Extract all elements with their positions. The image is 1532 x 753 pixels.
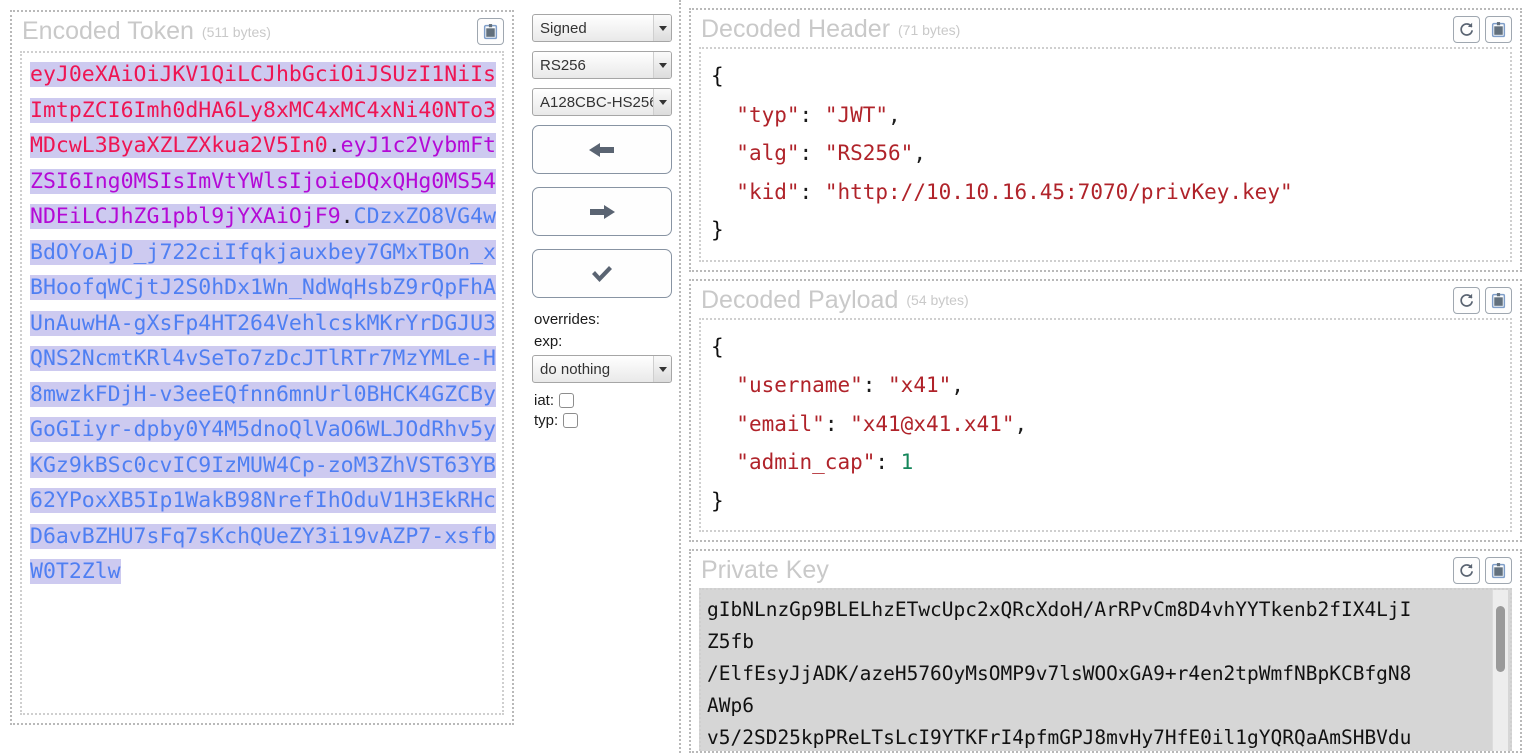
arrow-right-icon <box>590 204 615 219</box>
refresh-icon <box>1460 293 1473 307</box>
refresh-header-button[interactable] <box>1453 16 1480 43</box>
decoded-header-bytes: (71 bytes) <box>898 21 961 38</box>
refresh-icon <box>1460 563 1473 577</box>
private-key-textarea[interactable]: gIbNLnzGp9BLELhzETwcUpc2xQRcXdoH/ArRPvCm… <box>699 588 1512 751</box>
encryption-select[interactable]: A128CBC-HS256 <box>532 88 672 116</box>
decoded-payload-title: Decoded Payload <box>701 285 899 314</box>
decoded-header-textarea[interactable]: { "typ": "JWT", "alg": "RS256", "kid": "… <box>699 47 1512 262</box>
clipboard-icon <box>1491 22 1506 38</box>
encoded-token-title: Encoded Token <box>22 17 194 45</box>
typ-checkbox[interactable] <box>563 413 579 428</box>
refresh-payload-button[interactable] <box>1453 286 1480 314</box>
clipboard-icon <box>1491 292 1506 308</box>
arrow-left-icon <box>589 142 614 157</box>
token-dot-1: . <box>327 133 341 158</box>
check-icon <box>592 265 612 282</box>
token-type-select-wrap: Signed <box>532 14 672 42</box>
exp-action-select[interactable]: do nothing <box>532 355 672 383</box>
private-key-head: Private Key <box>691 551 1520 588</box>
copy-private-key-button[interactable] <box>1485 557 1512 584</box>
apply-check-button[interactable] <box>532 249 672 298</box>
decoded-header-panel: Decoded Header (71 bytes) {"typ": "JWT"… <box>689 8 1522 272</box>
decoded-payload-panel: Decoded Payload (54 bytes) {"username":… <box>689 278 1522 542</box>
decoded-header-head: Decoded Header (71 bytes) <box>691 10 1520 47</box>
decoded-payload-actions <box>1453 286 1512 314</box>
scrollbar-thumb[interactable] <box>1496 606 1505 672</box>
encoded-token-actions <box>477 18 504 45</box>
token-type-select[interactable]: Signed <box>532 14 672 42</box>
encoded-token-panel: Encoded Token (511 bytes) eyJ0eXAiOiJKV1… <box>10 10 514 725</box>
encoded-token-bytes: (511 bytes) <box>201 23 271 40</box>
encoded-token-header: Encoded Token (511 bytes) <box>12 12 512 49</box>
decoded-header-actions <box>1453 16 1512 43</box>
jwt-editor-app: Encoded Token (511 bytes) eyJ0eXAiOiJKV1… <box>0 0 1532 753</box>
iat-row: iat: <box>534 392 671 409</box>
token-signature-segment: CDzxZO8VG4wBdOYoAjD_j722ciIfqkjauxbey7GM… <box>30 204 497 584</box>
encode-right-button[interactable] <box>532 187 672 236</box>
decoded-payload-json[interactable]: { "username": "x41", "email": "x41@x41.x… <box>711 328 1500 521</box>
copy-token-button[interactable] <box>477 18 504 45</box>
iat-label: iat: <box>534 392 555 409</box>
decode-left-button[interactable] <box>532 125 672 174</box>
refresh-icon <box>1460 22 1473 36</box>
encryption-select-wrap: A128CBC-HS256 <box>532 88 672 116</box>
controls-column: Signed RS256 A128CBC-HS256 overrides: ex… <box>524 0 681 753</box>
encoded-token-column: Encoded Token (511 bytes) eyJ0eXAiOiJKV1… <box>0 0 524 753</box>
decoded-payload-head: Decoded Payload (54 bytes) <box>691 281 1520 318</box>
decoded-column: Decoded Header (71 bytes) {"typ": "JWT"… <box>681 0 1532 753</box>
decoded-payload-bytes: (54 bytes) <box>906 292 969 308</box>
private-key-title: Private Key <box>701 556 829 584</box>
algorithm-select[interactable]: RS256 <box>532 51 672 79</box>
typ-row: typ: <box>534 412 671 429</box>
clipboard-icon <box>1491 563 1506 579</box>
refresh-private-key-button[interactable] <box>1453 557 1480 584</box>
private-key-panel: Private Key gIbNLnzGp9BLELhzETwcUpc2xQRc… <box>689 549 1522 753</box>
exp-label: exp: <box>534 333 563 350</box>
encoded-token-textarea[interactable]: eyJ0eXAiOiJKV1QiLCJhbGciOiJSUzI1NiIsImtp… <box>20 51 504 715</box>
exp-action-select-wrap: do nothing <box>532 355 672 383</box>
iat-checkbox[interactable] <box>559 393 575 408</box>
encoded-token-value[interactable]: eyJ0eXAiOiJKV1QiLCJhbGciOiJSUzI1NiIsImtp… <box>22 57 502 590</box>
clipboard-icon <box>483 24 498 40</box>
private-key-actions <box>1453 557 1512 584</box>
decoded-header-json[interactable]: { "typ": "JWT", "alg": "RS256", "kid": "… <box>711 57 1500 250</box>
overrides-label: overrides: <box>534 311 600 328</box>
token-dot-2: . <box>340 204 354 229</box>
copy-header-button[interactable] <box>1485 16 1512 43</box>
algorithm-select-wrap: RS256 <box>532 51 672 79</box>
private-key-value[interactable]: gIbNLnzGp9BLELhzETwcUpc2xQRcXdoH/ArRPvCm… <box>701 590 1510 751</box>
private-key-scrollbar[interactable] <box>1492 590 1508 751</box>
typ-label: typ: <box>534 412 559 429</box>
decoded-header-title: Decoded Header <box>701 15 891 43</box>
copy-payload-button[interactable] <box>1485 286 1512 314</box>
decoded-payload-textarea[interactable]: { "username": "x41", "email": "x41@x41.x… <box>699 317 1512 532</box>
